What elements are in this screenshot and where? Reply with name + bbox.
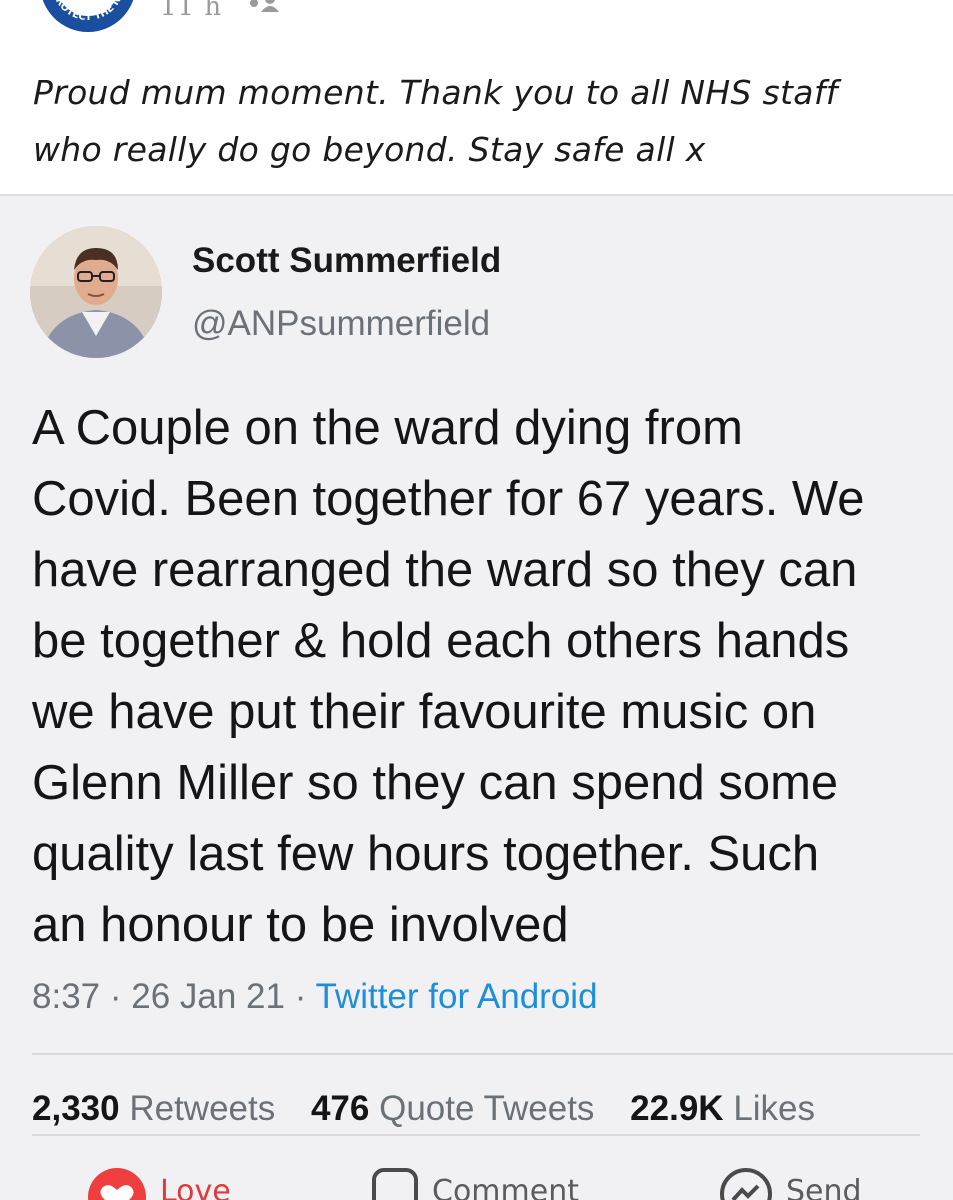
tweet-text-line: Covid. Been together for 67 years. We — [32, 472, 865, 526]
post-caption: Proud mum moment. Thank you to all NHS s… — [33, 64, 933, 178]
retweets-label: Retweets — [129, 1089, 276, 1128]
tweet-text: A Couple on the ward dying from Covid. B… — [32, 393, 953, 961]
post-timestamp[interactable]: 11 h — [160, 0, 222, 22]
tweet-text-line: Glenn Miller so they can spend some — [32, 756, 839, 810]
protect-nhs-badge-icon: PROTECT THE NHS — [44, 0, 132, 30]
quote-tweets-stat: 476 Quote Tweets — [311, 1089, 594, 1128]
tweet-time: 8:37 — [32, 977, 101, 1016]
tweet-author-name: Scott Summerfield — [192, 241, 502, 280]
messenger-icon — [720, 1168, 772, 1200]
meta-separator: · — [100, 977, 132, 1016]
love-button[interactable]: Love — [88, 1160, 231, 1200]
poster-avatar[interactable]: PROTECT THE NHS — [40, 0, 136, 32]
divider — [32, 1134, 920, 1136]
likes-label: Likes — [733, 1089, 816, 1128]
comment-label: Comment — [432, 1174, 579, 1200]
tweet-date: 26 Jan 21 — [131, 977, 285, 1016]
post-action-bar: Love Comment Send — [0, 1160, 953, 1200]
tweet-author-avatar — [30, 226, 162, 358]
post-caption-line: who really do go beyond. Stay safe all x — [33, 130, 706, 169]
tweet-text-line: have rearranged the ward so they can — [32, 543, 858, 597]
quote-tweets-label: Quote Tweets — [379, 1089, 595, 1128]
post-caption-line: Proud mum moment. Thank you to all NHS s… — [33, 73, 838, 112]
tweet-text-line: quality last few hours together. Such — [32, 827, 820, 881]
tweet-author-handle: @ANPsummerfield — [192, 304, 491, 343]
meta-separator: · — [284, 977, 316, 1016]
quote-tweets-count: 476 — [310, 1089, 370, 1128]
comment-button[interactable]: Comment — [372, 1160, 579, 1200]
tweet-text-line: be together & hold each others hands — [32, 614, 850, 668]
comment-icon — [372, 1168, 418, 1200]
tweet-text-line: an honour to be involved — [32, 898, 569, 952]
retweets-count: 2,330 — [32, 1089, 120, 1128]
divider — [32, 1053, 953, 1055]
shared-tweet-image[interactable]: Scott Summerfield @ANPsummerfield A Coup… — [0, 196, 953, 1200]
post-header: PROTECT THE NHS 11 h — [0, 0, 953, 60]
tweet-source: Twitter for Android — [315, 977, 598, 1016]
likes-count: 22.9K — [630, 1089, 724, 1128]
likes-stat: 22.9K Likes — [630, 1089, 815, 1128]
tweet-stats: 2,330 Retweets 476 Quote Tweets 22.9K Li… — [32, 1089, 841, 1129]
person-avatar-icon — [30, 226, 162, 358]
retweets-stat: 2,330 Retweets — [32, 1089, 275, 1128]
friends-icon — [250, 0, 279, 12]
send-label: Send — [786, 1174, 862, 1200]
heart-icon — [88, 1168, 146, 1200]
tweet-text-line: we have put their favourite music on — [32, 685, 817, 739]
send-button[interactable]: Send — [720, 1160, 862, 1200]
tweet-text-line: A Couple on the ward dying from — [32, 401, 743, 455]
love-label: Love — [160, 1174, 231, 1200]
tweet-metadata: 8:37 · 26 Jan 21 · Twitter for Android — [32, 977, 598, 1017]
